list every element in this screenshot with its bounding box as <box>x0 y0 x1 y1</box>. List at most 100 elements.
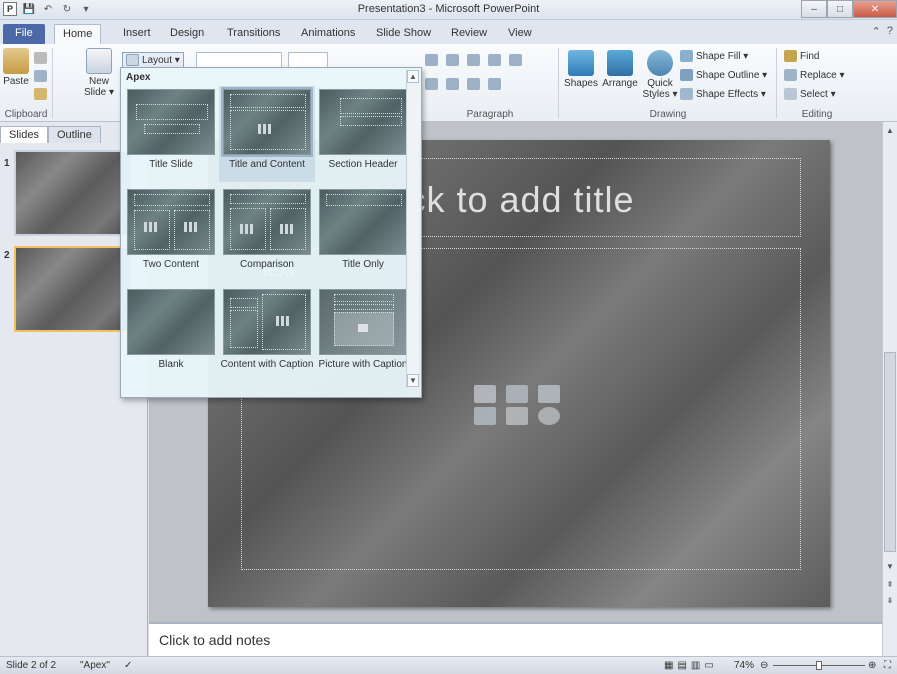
tab-slide-show[interactable]: Slide Show <box>368 24 439 44</box>
theme-name: "Apex" <box>80 660 110 671</box>
slide-thumbnail-2[interactable] <box>14 246 132 332</box>
layout-title-only[interactable]: Title Only <box>315 186 411 270</box>
fit-to-window-icon[interactable]: ⛶ <box>884 660 891 671</box>
zoom-in-icon[interactable]: ⊕ <box>868 660 876 671</box>
layout-label: Title Only <box>342 259 384 270</box>
paragraph-group-label: Paragraph <box>466 109 514 120</box>
find-button[interactable]: Find <box>784 50 819 62</box>
tab-animations[interactable]: Animations <box>293 24 363 44</box>
shape-fill-button[interactable]: Shape Fill ▾ <box>680 50 748 62</box>
zoom-level[interactable]: 74% <box>734 660 754 671</box>
tab-slides[interactable]: Slides <box>0 126 48 143</box>
arrange-icon <box>607 50 633 76</box>
list-buttons <box>425 54 522 66</box>
close-button[interactable]: ✕ <box>853 0 897 18</box>
line-spacing-icon[interactable] <box>509 54 522 66</box>
zoom-slider-thumb[interactable] <box>816 661 822 670</box>
shapes-button[interactable]: Shapes <box>563 50 599 89</box>
vertical-scrollbar[interactable]: ▲ ▼ ⇞ ⇟ <box>882 122 897 656</box>
layout-section-header[interactable]: Section Header <box>315 86 411 170</box>
gallery-scrollbar[interactable]: ▲ ▼ <box>406 70 419 388</box>
status-bar: Slide 2 of 2 "Apex" ✓ ▦▤▥▭ 74% ⊖ ⊕ ⛶ <box>0 656 897 674</box>
layout-thumbnail <box>319 189 407 255</box>
view-buttons[interactable]: ▦▤▥▭ <box>664 660 718 671</box>
next-slide-icon[interactable]: ⇟ <box>884 594 896 606</box>
tab-review[interactable]: Review <box>443 24 495 44</box>
increase-indent-icon[interactable] <box>488 54 501 66</box>
quick-styles-icon <box>647 50 673 76</box>
select-label: Select ▾ <box>800 88 836 100</box>
tab-file[interactable]: File <box>3 24 45 44</box>
insert-table-icon[interactable] <box>474 385 496 403</box>
clipboard-group-label: Clipboard <box>4 109 48 120</box>
shape-effects-label: Shape Effects ▾ <box>696 88 766 100</box>
justify-icon[interactable] <box>467 78 480 90</box>
copy-icon[interactable] <box>34 70 47 82</box>
layout-content-with-caption[interactable]: Content with Caption <box>219 286 315 370</box>
gallery-scroll-down-icon[interactable]: ▼ <box>407 374 419 387</box>
decrease-indent-icon[interactable] <box>467 54 480 66</box>
insert-clipart-icon[interactable] <box>506 407 528 425</box>
tab-design[interactable]: Design <box>162 24 212 44</box>
zoom-slider[interactable] <box>773 661 865 670</box>
drawing-group-label: Drawing <box>649 109 687 120</box>
slide-thumbnail-1[interactable] <box>14 150 132 236</box>
slide-number-2: 2 <box>4 250 10 261</box>
zoom-out-icon[interactable]: ⊖ <box>760 660 768 671</box>
editing-group-label: Editing <box>801 109 833 120</box>
new-slide-icon <box>86 48 112 74</box>
replace-button[interactable]: Replace ▾ <box>784 69 845 81</box>
numbering-icon[interactable] <box>446 54 459 66</box>
layout-title-slide[interactable]: Title Slide <box>123 86 219 170</box>
insert-chart-icon[interactable] <box>506 385 528 403</box>
maximize-button[interactable]: □ <box>827 0 853 18</box>
layout-thumbnail <box>223 289 311 355</box>
bullets-icon[interactable] <box>425 54 438 66</box>
shape-outline-button[interactable]: Shape Outline ▾ <box>680 69 767 81</box>
minimize-button[interactable]: – <box>801 0 827 18</box>
arrange-button[interactable]: Arrange <box>600 50 640 89</box>
layout-gallery: Apex Title Slide Title and Content Secti… <box>120 67 422 398</box>
help-icon[interactable]: ? <box>887 25 893 38</box>
paste-button[interactable]: Paste <box>2 48 30 87</box>
slide-count: Slide 2 of 2 <box>6 660 57 671</box>
layout-label: Comparison <box>240 259 294 270</box>
tab-transitions[interactable]: Transitions <box>219 24 288 44</box>
layout-comparison[interactable]: Comparison <box>219 186 315 270</box>
notes-pane[interactable]: Click to add notes <box>149 622 882 656</box>
arrange-label: Arrange <box>602 78 638 89</box>
align-right-icon[interactable] <box>446 78 459 90</box>
layout-label: Blank <box>158 359 184 370</box>
tab-outline[interactable]: Outline <box>47 126 101 143</box>
shape-effects-button[interactable]: Shape Effects ▾ <box>680 88 766 100</box>
previous-slide-icon[interactable]: ⇞ <box>884 578 896 590</box>
tab-insert[interactable]: Insert <box>115 24 159 44</box>
layout-two-content[interactable]: Two Content <box>123 186 219 270</box>
select-button[interactable]: Select ▾ <box>784 88 836 100</box>
scroll-down-icon[interactable]: ▼ <box>884 560 896 572</box>
layout-blank[interactable]: Blank <box>123 286 219 370</box>
tab-view[interactable]: View <box>500 24 540 44</box>
new-slide-label-1: New <box>88 76 109 87</box>
minimize-ribbon-icon[interactable]: ⌃ <box>872 25 881 38</box>
insert-media-icon[interactable] <box>538 407 560 425</box>
new-slide-button[interactable]: New Slide ▾ <box>80 48 118 98</box>
paste-label: Paste <box>3 76 29 87</box>
insert-smartart-icon[interactable] <box>538 385 560 403</box>
layout-picture-with-caption[interactable]: Picture with Caption <box>315 286 411 370</box>
layout-label: Layout ▾ <box>142 54 180 66</box>
layout-button[interactable]: Layout ▾ <box>122 52 184 68</box>
scroll-thumb[interactable] <box>884 352 896 552</box>
spell-check-icon[interactable]: ✓ <box>124 660 132 671</box>
layout-title-and-content[interactable]: Title and Content <box>219 86 315 182</box>
gallery-scroll-up-icon[interactable]: ▲ <box>407 70 419 83</box>
align-center-icon[interactable] <box>425 78 438 90</box>
tab-home[interactable]: Home <box>54 24 102 44</box>
quick-styles-button[interactable]: Quick Styles ▾ <box>642 50 678 100</box>
format-painter-icon[interactable] <box>34 88 47 100</box>
columns-icon[interactable] <box>488 78 501 90</box>
layout-label: Two Content <box>142 259 200 270</box>
scroll-up-icon[interactable]: ▲ <box>884 124 896 136</box>
cut-icon[interactable] <box>34 52 47 64</box>
insert-picture-icon[interactable] <box>474 407 496 425</box>
